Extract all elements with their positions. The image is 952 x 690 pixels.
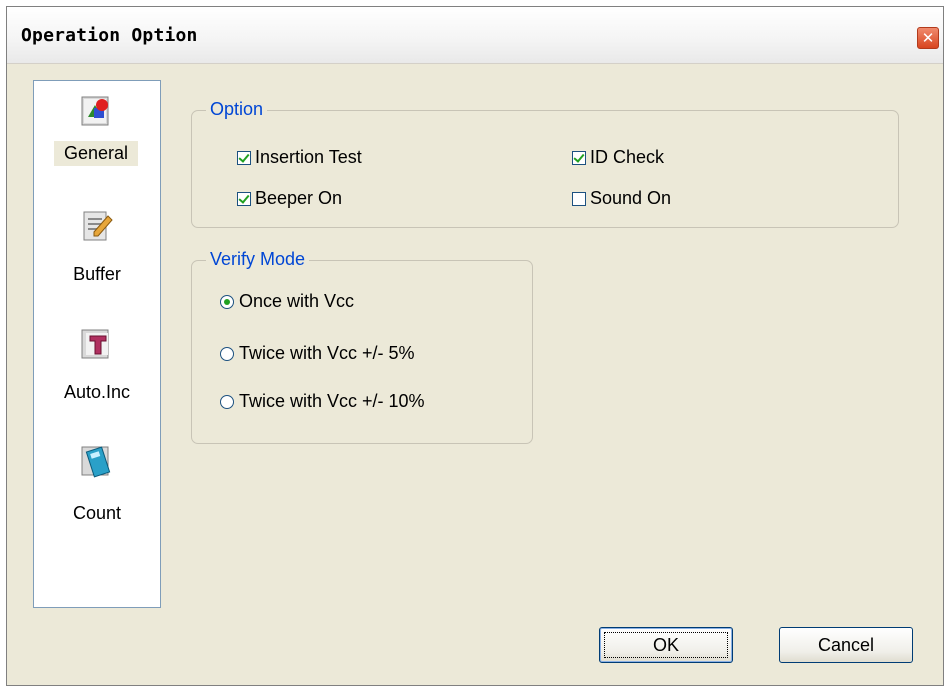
checkbox-box[interactable] [237,150,251,165]
checkbox-box[interactable] [572,191,586,206]
verify-twice-5-label: Twice with Vcc +/- 5% [239,343,415,363]
radio-circle[interactable] [220,394,234,409]
title-bar[interactable]: Operation Option ✕ [7,7,943,64]
verify-twice-10-label: Twice with Vcc +/- 10% [239,391,425,411]
checkbox-box[interactable] [237,191,251,206]
close-button[interactable]: ✕ [917,27,939,49]
sidebar: General Buffer Auto.Inc Count [33,80,161,608]
insertion-test-label: Insertion Test [255,147,362,167]
sidebar-item-buffer[interactable]: Buffer [34,208,160,308]
cancel-button[interactable]: Cancel [779,627,913,663]
sidebar-item-label: Auto.Inc [63,382,131,402]
sidebar-item-label: General [54,141,138,166]
sidebar-item-label: Buffer [73,264,121,284]
radio-circle[interactable] [220,294,234,309]
sound-on-label: Sound On [590,188,672,208]
window-title: Operation Option [21,25,198,46]
verify-twice-10-radio[interactable]: Twice with Vcc +/- 10% [220,391,425,412]
option-group-title: Option [206,99,268,120]
verify-mode-group-title: Verify Mode [206,249,310,270]
option-group: Option Insertion Test ID Check Beeper On… [191,99,899,228]
auto-inc-icon [81,329,109,359]
verify-mode-group: Verify Mode Once with Vcc Twice with Vcc… [191,249,533,444]
sidebar-item-count[interactable]: Count [34,443,160,543]
close-icon: ✕ [921,29,935,47]
beeper-on-checkbox[interactable]: Beeper On [237,188,342,209]
cancel-button-label: Cancel [817,635,875,655]
checkbox-box[interactable] [572,150,586,165]
operation-option-dialog: Operation Option ✕ General Buffer Auto.I… [6,6,944,686]
insertion-test-checkbox[interactable]: Insertion Test [237,147,362,168]
beeper-on-label: Beeper On [255,188,343,208]
sound-on-checkbox[interactable]: Sound On [572,188,671,209]
general-icon [81,96,109,126]
sidebar-item-label: Count [72,503,122,523]
id-check-label: ID Check [590,147,665,167]
focus-rect [604,632,728,658]
main-panel: Option Insertion Test ID Check Beeper On… [163,80,937,608]
sidebar-item-general[interactable]: General [34,93,160,193]
ok-button[interactable]: OK [599,627,733,663]
sidebar-item-auto-inc[interactable]: Auto.Inc [34,326,160,426]
verify-once-radio[interactable]: Once with Vcc [220,291,354,312]
radio-circle[interactable] [220,346,234,361]
verify-once-label: Once with Vcc [239,291,355,311]
buffer-icon [83,211,113,241]
id-check-checkbox[interactable]: ID Check [572,147,664,168]
count-icon [81,446,111,478]
verify-twice-5-radio[interactable]: Twice with Vcc +/- 5% [220,343,415,364]
